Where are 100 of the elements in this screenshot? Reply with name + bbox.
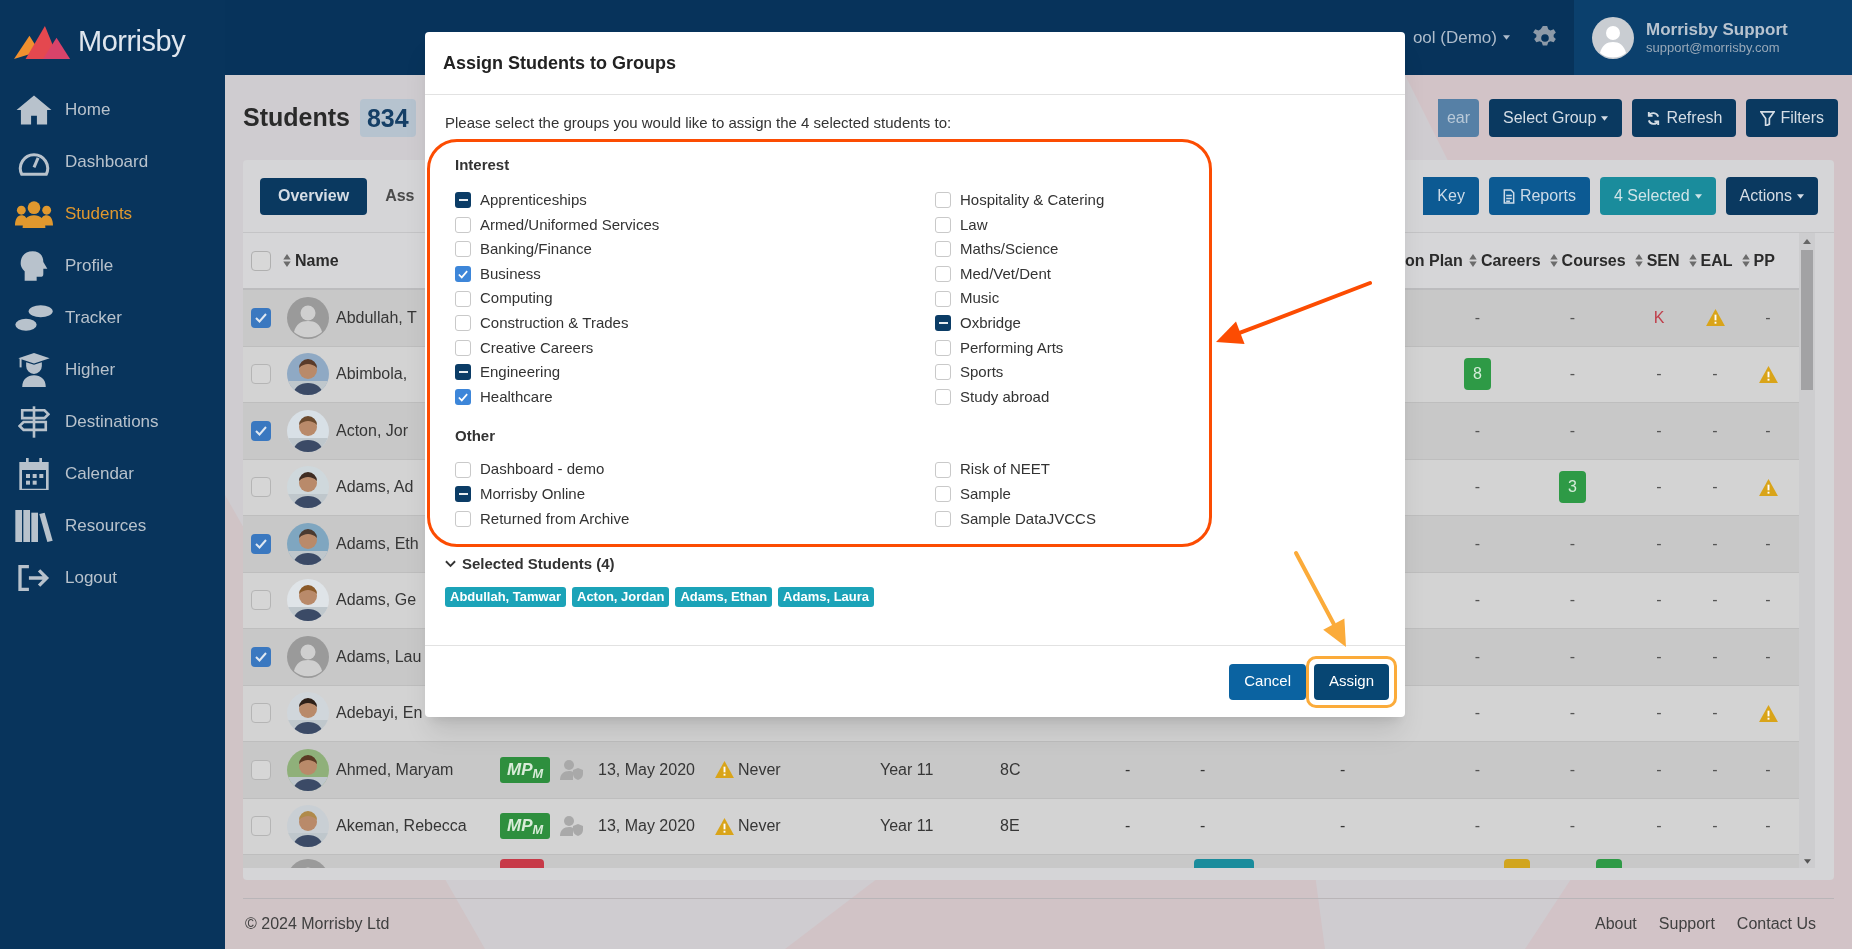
group-checkbox[interactable]	[455, 461, 471, 478]
row-checkbox[interactable]	[251, 816, 271, 837]
column-header[interactable]: Courses	[1549, 248, 1626, 273]
group-checkbox[interactable]	[455, 339, 471, 356]
student-name[interactable]: Acton, Jor	[336, 421, 409, 439]
group-checkbox[interactable]	[935, 266, 951, 283]
nav-item[interactable]: Calendar	[0, 448, 225, 500]
column-header[interactable]: EAL	[1688, 248, 1733, 273]
group-label[interactable]: Construction & Trades	[480, 312, 629, 335]
tab[interactable]: Overview	[260, 177, 368, 215]
group-label[interactable]: Business	[480, 262, 541, 286]
footer-link[interactable]: Support	[1658, 912, 1715, 936]
select-all-checkbox[interactable]	[251, 250, 271, 271]
action-button[interactable]: Key	[1423, 177, 1479, 215]
row-checkbox[interactable]	[251, 364, 271, 385]
group-label[interactable]: Study abroad	[960, 385, 1050, 409]
group-checkbox[interactable]	[935, 486, 951, 503]
group-label[interactable]: Med/Vet/Dent	[960, 262, 1051, 286]
group-label[interactable]: Apprenticeships	[480, 189, 587, 212]
group-label[interactable]: Sample DataJVCCS	[960, 507, 1096, 531]
group-checkbox[interactable]	[935, 216, 951, 233]
group-checkbox[interactable]	[935, 192, 951, 209]
group-checkbox[interactable]	[935, 510, 951, 527]
dialog-button[interactable]: Cancel	[1229, 663, 1306, 700]
group-label[interactable]: Oxbridge	[960, 312, 1021, 335]
group-label[interactable]: Law	[960, 213, 988, 237]
scrollbar-thumb[interactable]	[1801, 250, 1813, 390]
footer-link[interactable]: About	[1595, 912, 1637, 936]
dialog-button[interactable]: Assign	[1313, 663, 1389, 700]
nav-item[interactable]: Resources	[0, 500, 225, 552]
group-label[interactable]: Risk of NEET	[960, 458, 1050, 481]
scrollbar[interactable]	[1799, 233, 1815, 868]
group-label[interactable]: Sample	[960, 483, 1011, 506]
scroll-down-icon[interactable]	[1803, 859, 1811, 864]
row-checkbox[interactable]	[251, 703, 271, 724]
row-checkbox[interactable]	[251, 307, 271, 328]
group-checkbox[interactable]	[455, 364, 471, 381]
row-checkbox[interactable]	[251, 646, 271, 667]
group-checkbox[interactable]	[935, 364, 951, 381]
group-checkbox[interactable]	[935, 290, 951, 307]
scroll-up-icon[interactable]	[1803, 239, 1811, 244]
group-label[interactable]: Creative Careers	[480, 336, 594, 360]
nav-item[interactable]: Dashboard	[0, 136, 225, 188]
group-checkbox[interactable]	[455, 216, 471, 233]
school-dropdown[interactable]: ool (Demo)	[1412, 0, 1532, 75]
group-checkbox[interactable]	[935, 339, 951, 356]
toolbar-button[interactable]: Select Group	[1489, 99, 1623, 137]
group-checkbox[interactable]	[455, 290, 471, 307]
group-checkbox[interactable]	[935, 461, 951, 478]
footer-link[interactable]: Contact Us	[1736, 912, 1816, 936]
selected-students-toggle[interactable]: Selected Students (4)	[445, 553, 1385, 576]
group-label[interactable]: Computing	[480, 287, 553, 310]
group-label[interactable]: Armed/Uniformed Services	[480, 213, 660, 237]
group-checkbox[interactable]	[455, 510, 471, 527]
student-name[interactable]: Abimbola,	[336, 365, 408, 383]
student-name[interactable]: Adams, Ad	[336, 478, 414, 496]
nav-item[interactable]: Home	[0, 84, 225, 136]
user-panel[interactable]: Morrisby Support support@morrisby.com	[1574, 0, 1852, 75]
nav-item[interactable]: Tracker	[0, 292, 225, 344]
group-label[interactable]: Returned from Archive	[480, 507, 630, 531]
nav-item[interactable]: Logout	[0, 552, 225, 604]
group-checkbox[interactable]	[455, 192, 471, 209]
group-label[interactable]: Sports	[960, 361, 1004, 384]
student-name[interactable]: Adams, Lau	[336, 647, 422, 665]
row-checkbox[interactable]	[251, 590, 271, 611]
tab[interactable]: Ass	[385, 177, 415, 215]
group-checkbox[interactable]	[935, 241, 951, 258]
nav-item[interactable]: Higher	[0, 344, 225, 396]
nav-item[interactable]: Destinations	[0, 396, 225, 448]
group-label[interactable]: Healthcare	[480, 385, 553, 409]
student-name[interactable]: Adams, Eth	[336, 534, 419, 552]
group-checkbox[interactable]	[935, 315, 951, 332]
toolbar-button[interactable]: Filters	[1746, 99, 1838, 137]
column-header[interactable]: SEN	[1634, 248, 1680, 273]
row-checkbox[interactable]	[251, 533, 271, 554]
group-label[interactable]: Performing Arts	[960, 336, 1064, 360]
action-button[interactable]: Reports	[1488, 177, 1590, 215]
column-header[interactable]: on Plan	[1405, 248, 1469, 273]
column-header[interactable]: PP	[1741, 248, 1775, 273]
nav-item[interactable]: Profile	[0, 240, 225, 292]
action-button[interactable]: Actions	[1725, 177, 1818, 215]
group-checkbox[interactable]	[455, 389, 471, 406]
student-name[interactable]: Akeman, Rebecca	[336, 817, 467, 835]
student-name[interactable]: Adebayi, En	[336, 704, 423, 722]
group-label[interactable]: Dashboard - demo	[480, 458, 605, 481]
group-checkbox[interactable]	[455, 241, 471, 258]
student-name[interactable]: Adams, Ge	[336, 591, 417, 609]
toolbar-button[interactable]: Refresh	[1632, 99, 1737, 137]
nav-item[interactable]: Students	[0, 188, 225, 240]
row-checkbox[interactable]	[251, 477, 271, 498]
group-label[interactable]: Hospitality & Catering	[960, 189, 1105, 212]
group-checkbox[interactable]	[455, 315, 471, 332]
row-checkbox[interactable]	[251, 420, 271, 441]
group-checkbox[interactable]	[455, 266, 471, 283]
row-checkbox[interactable]	[251, 759, 271, 780]
group-checkbox[interactable]	[455, 486, 471, 503]
group-label[interactable]: Maths/Science	[960, 238, 1059, 261]
group-checkbox[interactable]	[935, 389, 951, 406]
column-header[interactable]: Name	[283, 248, 339, 273]
group-label[interactable]: Engineering	[480, 361, 561, 384]
